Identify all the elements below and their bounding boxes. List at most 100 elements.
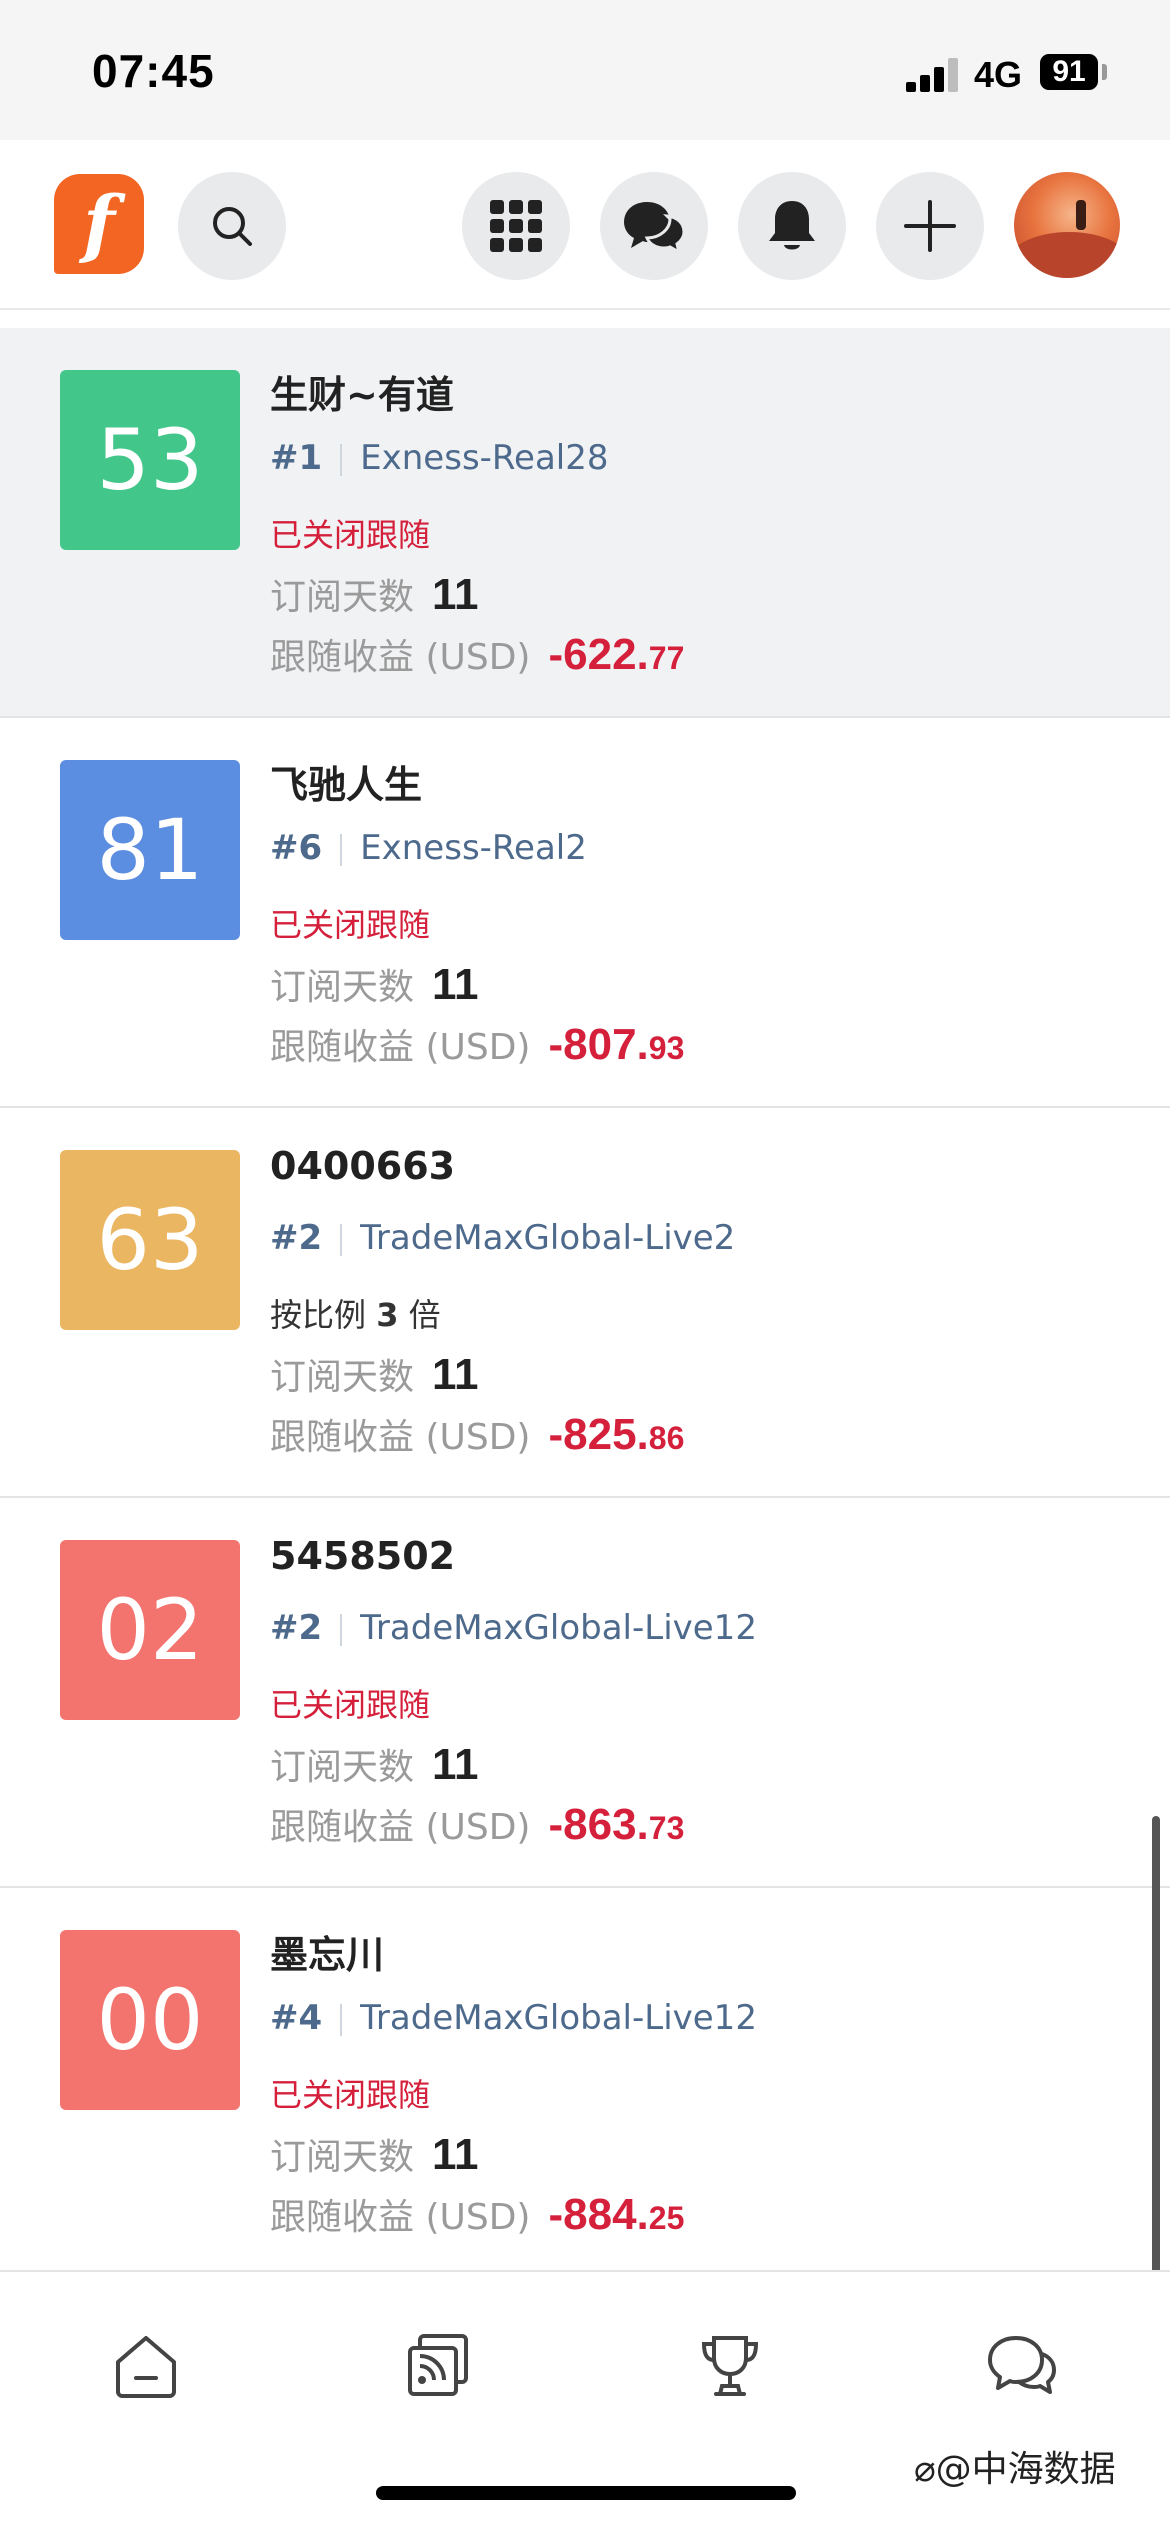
follow-status: 已关闭跟随 — [270, 2076, 431, 2114]
follow-status: 已关闭跟随 — [270, 516, 431, 554]
days-label: 订阅天数 — [270, 1357, 415, 1398]
divider — [340, 833, 343, 866]
notifications-button[interactable] — [738, 172, 846, 280]
server-name: TradeMaxGlobal-Live2 — [360, 1218, 736, 1258]
ratio-value: 3 — [376, 1296, 399, 1334]
score-badge: 02 — [60, 1540, 240, 1720]
divider — [340, 443, 343, 476]
trader-card[interactable]: 00 墨忘川 #4 TradeMaxGlobal-Live12 已关闭跟随 订阅天… — [0, 1888, 1170, 2278]
status-time: 07:45 — [92, 45, 215, 97]
follow-status: 已关闭跟随 — [270, 906, 431, 944]
subscription-days: 订阅天数 11 — [270, 1348, 479, 1400]
rank-label: #2 — [270, 1608, 323, 1648]
profit-decimal: 77 — [648, 640, 685, 676]
signal-icon — [906, 58, 958, 92]
subscription-days: 订阅天数 11 — [270, 568, 479, 620]
home-indicator — [376, 2486, 796, 2500]
days-value: 11 — [432, 1740, 479, 1789]
apps-button[interactable] — [462, 172, 570, 280]
battery-icon: 91 — [1040, 54, 1098, 90]
trader-name: 飞驰人生 — [270, 763, 423, 807]
chat-icon — [988, 2336, 1056, 2394]
rank-server-line: #6 Exness-Real2 — [270, 828, 587, 868]
tab-ranking[interactable] — [688, 2324, 772, 2408]
trader-card[interactable]: 63 0400663 #2 TradeMaxGlobal-Live2 按比例 3 … — [0, 1108, 1170, 1498]
tab-home[interactable] — [104, 2324, 188, 2408]
status-bar: 07:45 4G 91 — [0, 0, 1170, 140]
trader-name: 0400663 — [270, 1144, 456, 1188]
days-label: 订阅天数 — [270, 1747, 415, 1788]
logo-letter: f — [83, 181, 115, 267]
watermark: ⌀@中海数据 — [914, 2449, 1116, 2490]
follow-profit: 跟随收益 (USD) -863.73 — [270, 1798, 684, 1850]
profit-label: 跟随收益 (USD) — [270, 2197, 531, 2238]
app-header: f — [0, 140, 1170, 310]
ratio-prefix: 按比例 — [270, 1296, 367, 1334]
rank-label: #1 — [270, 438, 323, 478]
trader-name: 5458502 — [270, 1534, 456, 1578]
rank-server-line: #2 TradeMaxGlobal-Live2 — [270, 1218, 735, 1258]
score-badge: 00 — [60, 1930, 240, 2110]
days-value: 11 — [432, 2130, 479, 2179]
user-avatar[interactable] — [1014, 172, 1120, 278]
profit-integer: -622. — [548, 630, 649, 679]
days-value: 11 — [432, 1350, 479, 1399]
days-label: 订阅天数 — [270, 967, 415, 1008]
days-label: 订阅天数 — [270, 577, 415, 618]
rank-server-line: #4 TradeMaxGlobal-Live12 — [270, 1998, 757, 2038]
battery-tip — [1102, 64, 1107, 80]
messages-button[interactable] — [600, 172, 708, 280]
feed-icon — [408, 2334, 468, 2396]
profit-decimal: 73 — [648, 1810, 685, 1846]
home-icon — [116, 2336, 176, 2398]
server-name: TradeMaxGlobal-Live12 — [360, 1608, 757, 1648]
days-value: 11 — [432, 570, 479, 619]
grid-apps-icon — [490, 200, 542, 252]
profit-label: 跟随收益 (USD) — [270, 1027, 531, 1068]
rank-server-line: #1 Exness-Real28 — [270, 438, 608, 478]
ratio-suffix: 倍 — [408, 1296, 441, 1334]
score-badge: 63 — [60, 1150, 240, 1330]
bell-icon — [769, 201, 815, 250]
profit-integer: -825. — [548, 1410, 649, 1459]
rank-server-line: #2 TradeMaxGlobal-Live12 — [270, 1608, 757, 1648]
rank-label: #4 — [270, 1998, 323, 2038]
avatar-dune — [1014, 232, 1120, 278]
server-name: TradeMaxGlobal-Live12 — [360, 1998, 757, 2038]
follow-profit: 跟随收益 (USD) -807.93 — [270, 1018, 684, 1070]
days-label: 订阅天数 — [270, 2137, 415, 2178]
subscription-days: 订阅天数 11 — [270, 2128, 479, 2180]
follow-status: 已关闭跟随 — [270, 1686, 431, 1724]
app-logo[interactable]: f — [54, 174, 144, 274]
trophy-icon — [701, 2336, 759, 2396]
subscription-days: 订阅天数 11 — [270, 1738, 479, 1790]
profit-integer: -863. — [548, 1800, 649, 1849]
server-name: Exness-Real28 — [360, 438, 609, 478]
follow-ratio: 按比例 3 倍 — [270, 1290, 441, 1336]
search-button[interactable] — [178, 172, 286, 280]
trader-card[interactable]: 53 生财~有道 #1 Exness-Real28 已关闭跟随 订阅天数 11 跟随… — [0, 328, 1170, 718]
profit-integer: -807. — [548, 1020, 649, 1069]
create-button[interactable] — [876, 172, 984, 280]
tab-feed[interactable] — [396, 2324, 480, 2408]
profit-label: 跟随收益 (USD) — [270, 637, 531, 678]
subscription-days: 订阅天数 11 — [270, 958, 479, 1010]
profit-decimal: 93 — [648, 1030, 685, 1066]
follow-profit: 跟随收益 (USD) -884.25 — [270, 2188, 684, 2240]
score-badge: 53 — [60, 370, 240, 550]
profit-decimal: 25 — [648, 2200, 685, 2236]
server-name: Exness-Real2 — [360, 828, 587, 868]
profit-label: 跟随收益 (USD) — [270, 1417, 531, 1458]
chat-bubbles-icon — [624, 202, 686, 254]
follow-list: 53 生财~有道 #1 Exness-Real28 已关闭跟随 订阅天数 11 跟随… — [0, 328, 1170, 2278]
profit-integer: -884. — [548, 2190, 649, 2239]
avatar-figure — [1076, 200, 1086, 230]
rank-label: #6 — [270, 828, 323, 868]
rank-label: #2 — [270, 1218, 323, 1258]
trader-card[interactable]: 02 5458502 #2 TradeMaxGlobal-Live12 已关闭跟随… — [0, 1498, 1170, 1888]
tab-messages[interactable] — [980, 2324, 1064, 2408]
trader-card[interactable]: 81 飞驰人生 #6 Exness-Real2 已关闭跟随 订阅天数 11 跟随收益… — [0, 718, 1170, 1108]
follow-profit: 跟随收益 (USD) -622.77 — [270, 628, 684, 680]
follow-profit: 跟随收益 (USD) -825.86 — [270, 1408, 684, 1460]
trader-name: 墨忘川 — [270, 1933, 385, 1977]
